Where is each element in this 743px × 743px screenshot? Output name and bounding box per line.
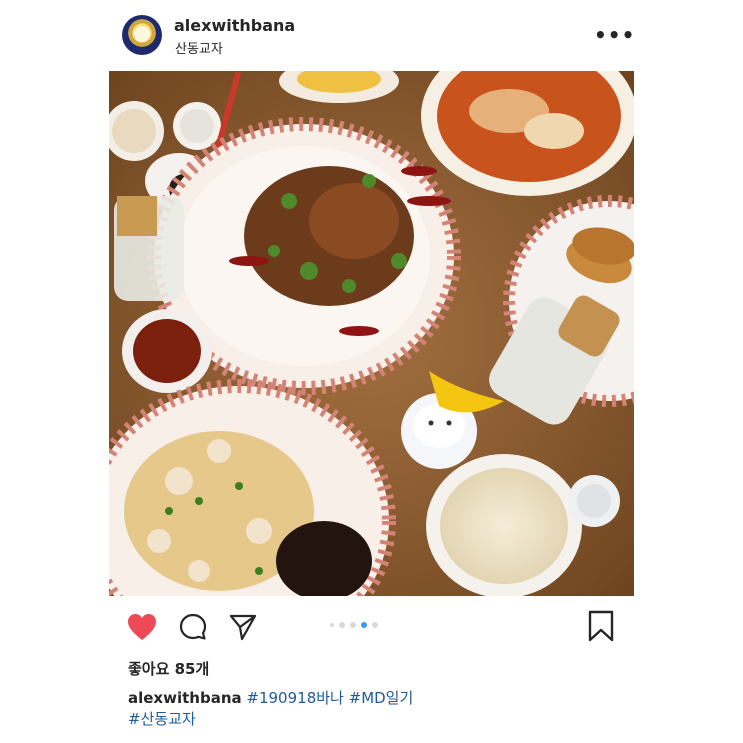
carousel-dot: [339, 622, 345, 628]
carousel-dot: [372, 622, 378, 628]
comment-icon[interactable]: [178, 612, 208, 646]
carousel-dot: [330, 623, 334, 627]
share-icon[interactable]: [228, 612, 258, 646]
food-photo: [109, 71, 634, 596]
carousel-indicator: [330, 622, 378, 628]
post-location[interactable]: 산동교자: [175, 38, 223, 57]
hashtag[interactable]: #190918바나: [246, 689, 343, 707]
post-photo[interactable]: [109, 71, 634, 596]
more-options-icon[interactable]: •••: [594, 23, 635, 47]
hashtag[interactable]: #산동교자: [128, 710, 196, 728]
carousel-dot-active: [361, 622, 367, 628]
post-username[interactable]: alexwithbana: [174, 16, 295, 35]
caption-username[interactable]: alexwithbana: [128, 689, 242, 707]
heart-icon[interactable]: [126, 612, 158, 646]
caption: alexwithbana #190918바나 #MD일기 #산동교자: [128, 688, 628, 730]
bookmark-icon[interactable]: [587, 610, 615, 646]
carousel-dot: [350, 622, 356, 628]
hashtag[interactable]: #MD일기: [349, 689, 414, 707]
likes-count[interactable]: 좋아요 85개: [128, 658, 209, 679]
avatar-face: [134, 26, 150, 42]
